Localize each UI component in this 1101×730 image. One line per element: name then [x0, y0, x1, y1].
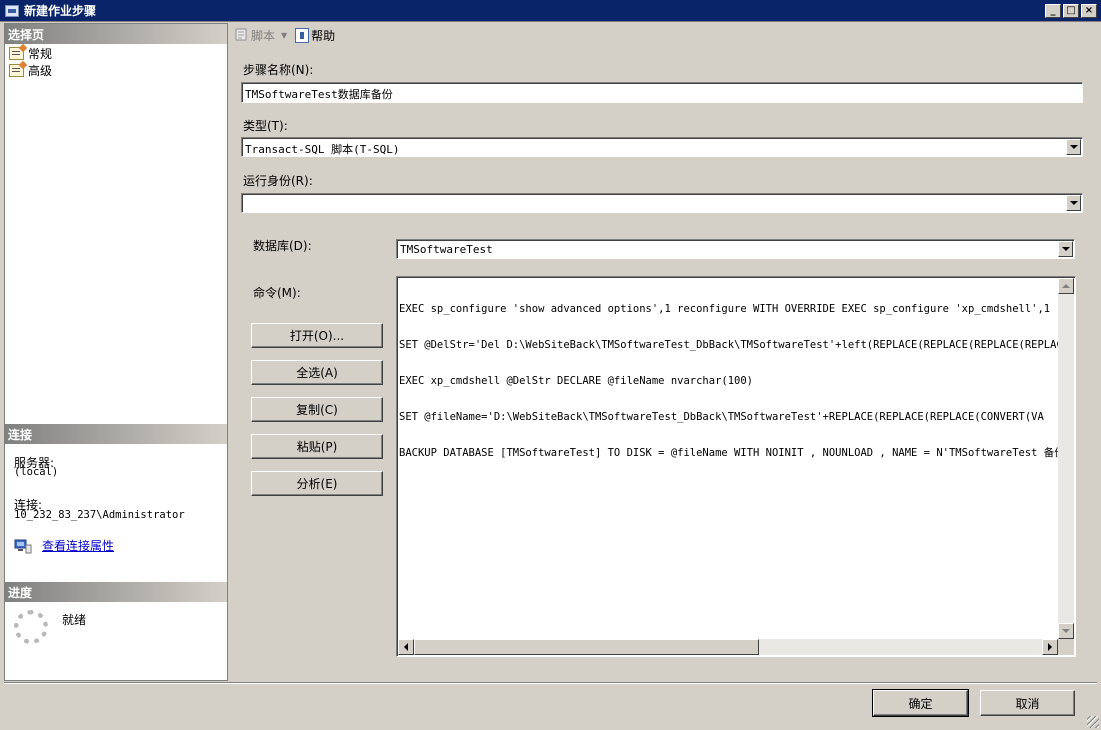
page-properties-icon	[9, 47, 24, 60]
progress-header: 进度	[5, 582, 227, 602]
resize-grip-icon[interactable]	[1087, 716, 1099, 728]
open-button[interactable]: 打开(O)...	[251, 323, 383, 348]
scroll-left-button[interactable]	[398, 639, 414, 655]
script-label: 脚本	[251, 28, 276, 43]
close-button[interactable]: ×	[1081, 4, 1097, 18]
ok-button[interactable]: 确定	[872, 689, 969, 717]
copy-button[interactable]: 复制(C)	[251, 397, 383, 422]
database-select-value: TMSoftwareTest	[400, 243, 493, 256]
page-item-general[interactable]: 常规	[9, 45, 53, 62]
command-label: 命令(M):	[253, 286, 301, 300]
chevron-down-icon[interactable]	[1066, 195, 1081, 211]
run-as-label: 运行身份(R):	[243, 174, 313, 188]
connection-header: 连接	[5, 424, 227, 444]
type-select-value: Transact-SQL 脚本(T-SQL)	[245, 143, 400, 156]
minimize-button[interactable]: _	[1045, 4, 1061, 18]
horizontal-scroll-thumb[interactable]	[414, 639, 759, 655]
database-label: 数据库(D):	[253, 239, 312, 253]
script-button[interactable]: 脚本 ▼	[233, 27, 291, 44]
cancel-button[interactable]: 取消	[980, 690, 1075, 716]
step-name-label: 步骤名称(N):	[243, 63, 314, 77]
window-title: 新建作业步骤	[24, 4, 97, 18]
page-properties-icon	[9, 64, 24, 77]
command-textarea[interactable]: EXEC sp_configure 'show advanced options…	[396, 276, 1076, 657]
page-item-label: 常规	[28, 45, 53, 62]
command-text: EXEC sp_configure 'show advanced options…	[399, 279, 1058, 639]
scroll-corner	[1058, 639, 1074, 655]
help-icon	[295, 27, 310, 43]
run-as-select[interactable]	[241, 193, 1083, 213]
view-connection-link[interactable]: 查看连接属性	[42, 537, 114, 554]
footer-divider	[4, 682, 1097, 684]
toolbar: 脚本 ▼ 帮助	[229, 23, 1101, 47]
view-connection-properties[interactable]: 查看连接属性	[14, 537, 114, 554]
horizontal-scrollbar[interactable]	[398, 639, 1058, 655]
left-panel: 选择页 常规 高级 连接 服务器: (local) 连接: 10_232_83_…	[4, 23, 228, 681]
paste-button[interactable]: 粘贴(P)	[251, 434, 383, 459]
page-item-label: 高级	[28, 64, 53, 78]
script-icon	[235, 28, 247, 40]
step-name-input[interactable]: TMSoftwareTest数据库备份	[241, 82, 1083, 103]
connection-properties-icon	[14, 539, 32, 553]
help-button[interactable]: 帮助	[295, 27, 335, 44]
command-line: EXEC xp_cmdshell @DelStr DECLARE @fileNa…	[399, 375, 754, 387]
select-page-header: 选择页	[5, 24, 227, 44]
maximize-button[interactable]: □	[1063, 4, 1079, 18]
progress-status: 就绪	[62, 613, 87, 627]
select-all-button[interactable]: 全选(A)	[251, 360, 383, 385]
title-bar: 新建作业步骤 _ □ ×	[0, 0, 1101, 22]
database-select[interactable]: TMSoftwareTest	[396, 239, 1075, 259]
type-select[interactable]: Transact-SQL 脚本(T-SQL)	[241, 137, 1083, 157]
chevron-down-icon[interactable]	[1066, 139, 1081, 155]
command-line: EXEC sp_configure 'show advanced options…	[399, 303, 1058, 315]
scroll-right-button[interactable]	[1042, 639, 1058, 655]
chevron-down-icon[interactable]: ▼	[281, 31, 287, 40]
chevron-down-icon[interactable]	[1058, 241, 1073, 257]
vertical-scrollbar[interactable]	[1058, 278, 1074, 639]
command-line: BACKUP DATABASE [TMSoftwareTest] TO DISK…	[399, 447, 1058, 459]
page-item-advanced[interactable]: 高级	[9, 62, 52, 79]
type-label: 类型(T):	[243, 119, 288, 133]
connection-value: 10_232_83_237\Administrator	[14, 509, 185, 521]
progress-spinner-icon	[14, 610, 48, 644]
command-line: SET @DelStr='Del D:\WebSiteBack\TMSoftwa…	[399, 339, 1058, 351]
server-value: (local)	[14, 466, 59, 478]
parse-button[interactable]: 分析(E)	[251, 471, 383, 496]
app-icon	[5, 4, 19, 17]
help-label: 帮助	[311, 28, 336, 43]
scroll-down-button[interactable]	[1058, 623, 1074, 639]
scroll-up-button[interactable]	[1058, 278, 1074, 294]
command-line: SET @fileName='D:\WebSiteBack\TMSoftware…	[399, 411, 1044, 423]
